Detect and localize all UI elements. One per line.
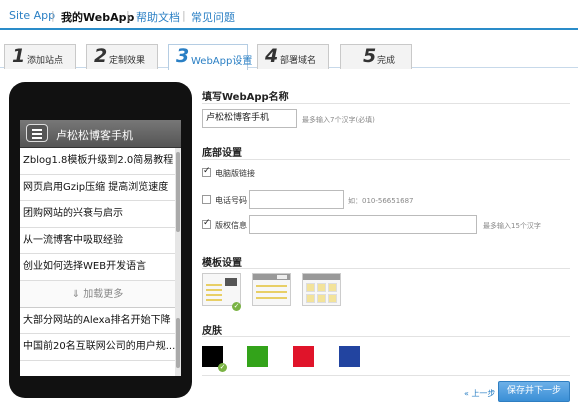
phone-preview: 卢松松博客手机 Zblog1.8模板升级到2.0简易教程 网页启用Gzip压缩 … (9, 82, 192, 398)
phone-scrollbar[interactable] (175, 148, 181, 376)
template-section-title: 模板设置 (202, 258, 242, 269)
footer-section-title: 底部设置 (202, 148, 242, 159)
step-number: 5 (363, 45, 377, 67)
copyright-label: 版权信息 (215, 221, 247, 230)
nav-site-app[interactable]: Site App (9, 9, 55, 22)
nav-my-webapp[interactable]: 我的WebApp (61, 9, 134, 25)
step-number: 2 (94, 45, 108, 67)
load-more-button[interactable]: ⇓ 加载更多 (20, 280, 175, 308)
list-item[interactable]: 网页启用Gzip压缩 提高浏览速度 (20, 175, 175, 201)
copyright-checkbox[interactable] (202, 218, 211, 229)
computer-link-checkbox[interactable] (202, 166, 211, 177)
step-1-tab[interactable]: 1 添加站点 (4, 44, 76, 69)
scrollbar-thumb[interactable] (176, 318, 180, 368)
divider (202, 159, 570, 160)
top-navigation: Site App | 我的WebApp | 帮助文档 | 常见问题 (0, 0, 578, 30)
list-item[interactable]: 团购网站的兴衰与启示 (20, 201, 175, 228)
skin-green-swatch[interactable] (247, 346, 268, 367)
divider (202, 375, 570, 376)
skin-section-title: 皮肤 (202, 326, 222, 337)
scrollbar-thumb[interactable] (176, 152, 180, 232)
list-item[interactable]: 从一流博客中吸取经验 (20, 228, 175, 254)
skin-red-swatch[interactable] (293, 346, 314, 367)
list-item[interactable]: Zblog1.8模板升级到2.0简易教程 (20, 148, 175, 175)
name-hint: 最多输入7个汉字(必填) (302, 116, 375, 124)
step-3-tab[interactable]: 3 WebApp设置 (168, 44, 252, 70)
step-2-tab[interactable]: 2 定制效果 (86, 44, 158, 69)
save-and-next-button[interactable]: 保存并下一步 (498, 381, 570, 402)
step-label: 定制效果 (109, 56, 146, 66)
step-number: 3 (176, 45, 190, 67)
list-item[interactable]: 创业如何选择WEB开发语言 (20, 254, 175, 281)
selected-check-icon: ✓ (218, 363, 227, 372)
list-item[interactable]: 中国前20名互联网公司的用户规... (20, 334, 175, 361)
divider (202, 103, 570, 104)
phone-article-list: Zblog1.8模板升级到2.0简易教程 网页启用Gzip压缩 提高浏览速度 团… (20, 148, 175, 361)
step-tabs: 1 添加站点 2 定制效果 3 WebApp设置 4 部署域名 5 完成 (0, 40, 578, 70)
menu-icon[interactable] (26, 124, 48, 142)
nav-help-docs[interactable]: 帮助文档 (136, 9, 180, 25)
webapp-name-input[interactable]: 卢松松博客手机 (202, 109, 297, 128)
phone-number-input[interactable] (249, 190, 344, 209)
phone-hint: 如：010-56651687 (348, 197, 414, 205)
nav-separator: | (182, 9, 186, 22)
phone-number-checkbox[interactable] (202, 195, 211, 204)
list-item[interactable]: 大部分网站的Alexa排名开始下降 (20, 308, 175, 334)
step-label: 部署域名 (280, 56, 317, 66)
divider (202, 268, 570, 269)
previous-step-link[interactable]: « 上一步 (464, 388, 495, 399)
copyright-input[interactable] (249, 215, 477, 234)
step-number: 1 (12, 45, 26, 67)
step-label: 完成 (377, 56, 396, 66)
step-number: 4 (265, 45, 279, 67)
step-4-tab[interactable]: 4 部署域名 (257, 44, 329, 69)
nav-separator: | (126, 9, 130, 22)
selected-check-icon: ✓ (232, 302, 241, 311)
step-label: 添加站点 (27, 56, 64, 66)
divider (202, 336, 570, 337)
phone-screen: 卢松松博客手机 Zblog1.8模板升级到2.0简易教程 网页启用Gzip压缩 … (20, 120, 181, 376)
phone-number-label: 电话号码 (215, 196, 247, 205)
template-option-2[interactable] (252, 273, 291, 306)
phone-header: 卢松松博客手机 (20, 120, 181, 148)
template-option-3[interactable] (302, 273, 341, 306)
name-section-title: 填写WebApp名称 (202, 92, 289, 103)
nav-separator: | (51, 9, 55, 22)
skin-blue-swatch[interactable] (339, 346, 360, 367)
copyright-hint: 最多输入15个汉字 (483, 222, 541, 230)
nav-faq[interactable]: 常见问题 (191, 9, 235, 25)
step-label: WebApp设置 (191, 56, 253, 67)
step-5-tab[interactable]: 5 完成 (340, 44, 412, 69)
computer-link-label: 电脑版链接 (215, 169, 255, 178)
phone-title: 卢松松博客手机 (56, 129, 133, 142)
